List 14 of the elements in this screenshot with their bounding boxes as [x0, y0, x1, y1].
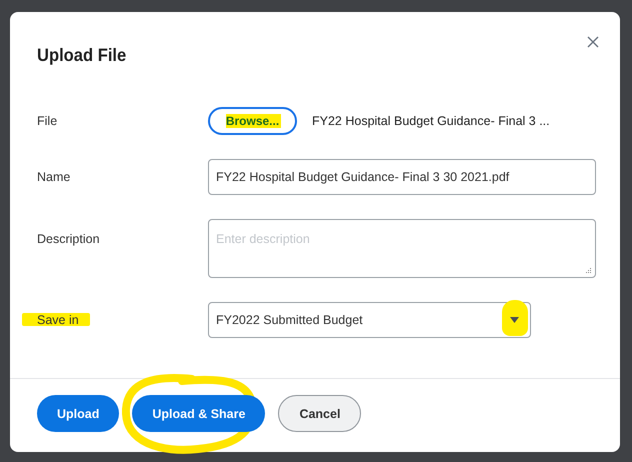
dialog-button[interactable]: Cancel	[278, 395, 362, 432]
dialog-title: Upload File	[37, 45, 126, 66]
field-label: Description	[37, 232, 100, 246]
dialog-button[interactable]: Upload	[37, 395, 120, 432]
field-label: File	[37, 114, 58, 128]
field-label: Save in	[37, 313, 79, 327]
save-in-dropdown[interactable]: FY2022 Submitted Budget	[208, 302, 531, 338]
close-icon[interactable]	[587, 36, 599, 48]
field-label: Name	[37, 170, 70, 184]
caret-icon[interactable]	[510, 317, 519, 323]
browse-button[interactable]: Browse...	[208, 107, 297, 135]
file-name: FY22 Hospital Budget Guidance- Final 3 ...	[312, 114, 550, 128]
name-field[interactable]: FY22 Hospital Budget Guidance- Final 3 30 2021.pdf	[208, 159, 596, 195]
dialog-button[interactable]: Upload & Share	[132, 395, 266, 432]
